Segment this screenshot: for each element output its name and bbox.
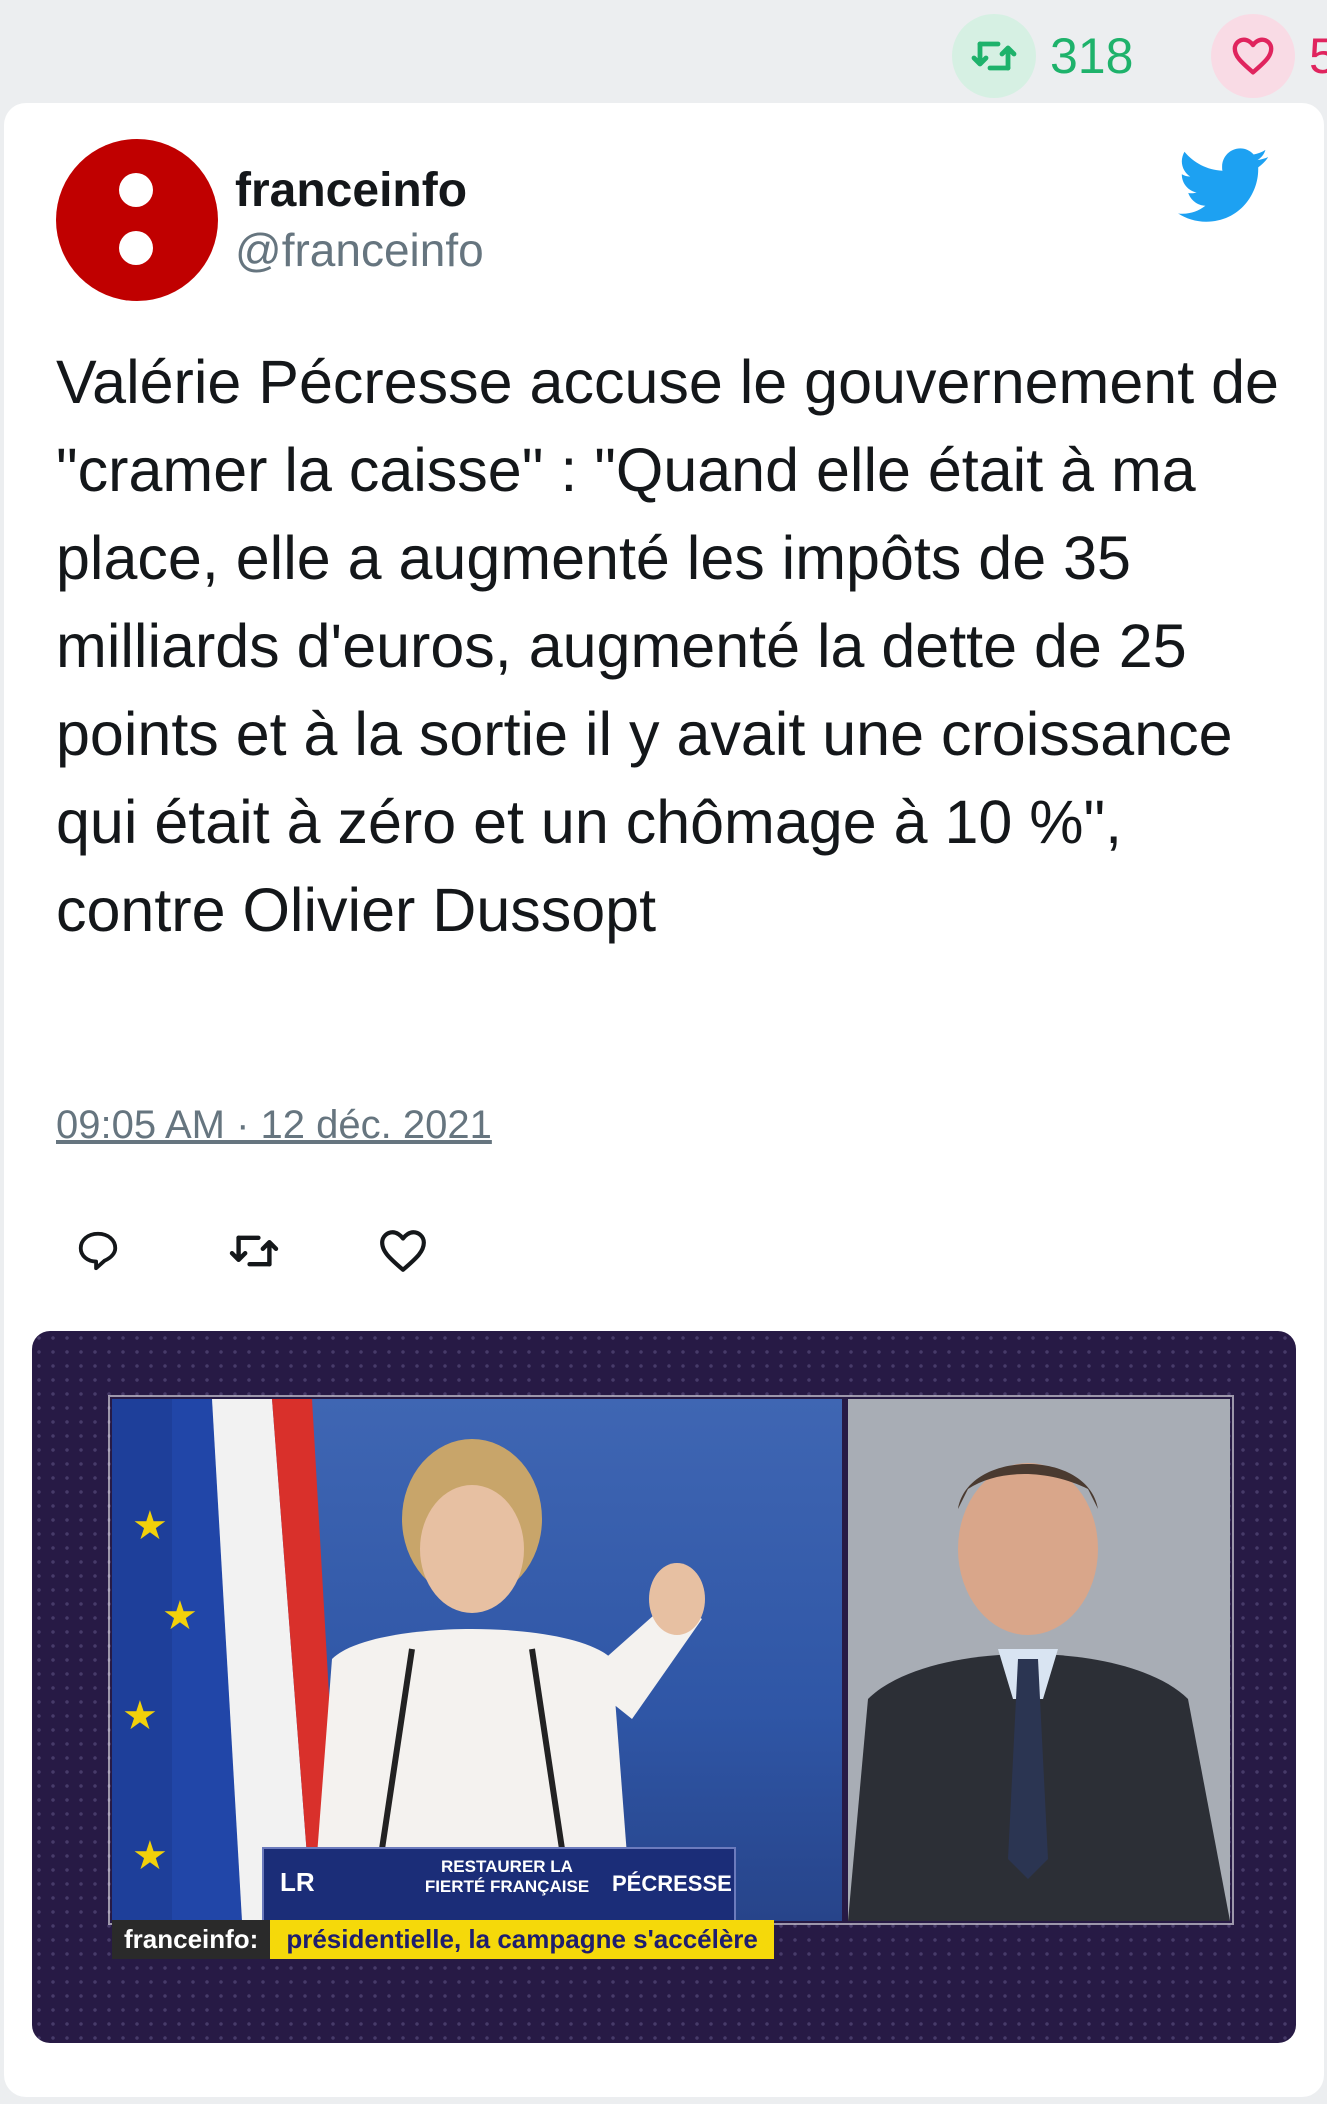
retweet-icon <box>226 1229 282 1278</box>
retweet-count-group[interactable]: 318 <box>952 14 1133 98</box>
banner-brand: franceinfo: <box>112 1919 271 1959</box>
retweet-icon <box>952 14 1036 98</box>
reply-button[interactable] <box>74 1223 226 1283</box>
heart-icon <box>378 1228 428 1279</box>
avatar-dot-top <box>119 173 153 207</box>
avatar[interactable] <box>56 139 218 301</box>
tweet-card: franceinfo @franceinfo Valérie Pécresse … <box>4 103 1324 2097</box>
twitter-bird-icon[interactable] <box>1178 148 1270 229</box>
tweet-actions <box>74 1223 530 1283</box>
retweet-count: 318 <box>1050 28 1134 84</box>
author-name[interactable]: franceinfo <box>235 163 467 218</box>
tweet-timestamp[interactable]: 09:05 AM · 12 déc. 2021 <box>56 1103 492 1148</box>
banner-topic: présidentielle, la campagne s'accélère <box>270 1919 774 1959</box>
news-banner: franceinfo: présidentielle, la campagne … <box>112 1919 774 1959</box>
tweet-media-image[interactable]: ★ ★ ★ ★ LR RESTAURER LA FIERTÉ FRANÇAISE… <box>32 1331 1296 2043</box>
tweet-text: Valérie Pécresse accuse le gouvernement … <box>56 348 1279 944</box>
reply-icon <box>74 1228 122 1279</box>
like-button[interactable] <box>378 1223 530 1283</box>
like-count-group[interactable]: 524 <box>1211 14 1327 98</box>
avatar-dot-bottom <box>119 231 153 265</box>
heart-icon <box>1211 14 1295 98</box>
retweet-button[interactable] <box>226 1223 378 1283</box>
author-handle[interactable]: @franceinfo <box>235 223 484 277</box>
media-frame-outline <box>108 1395 1234 1925</box>
tweet-stats: 318 524 <box>727 0 1327 100</box>
like-count: 524 <box>1309 28 1327 84</box>
